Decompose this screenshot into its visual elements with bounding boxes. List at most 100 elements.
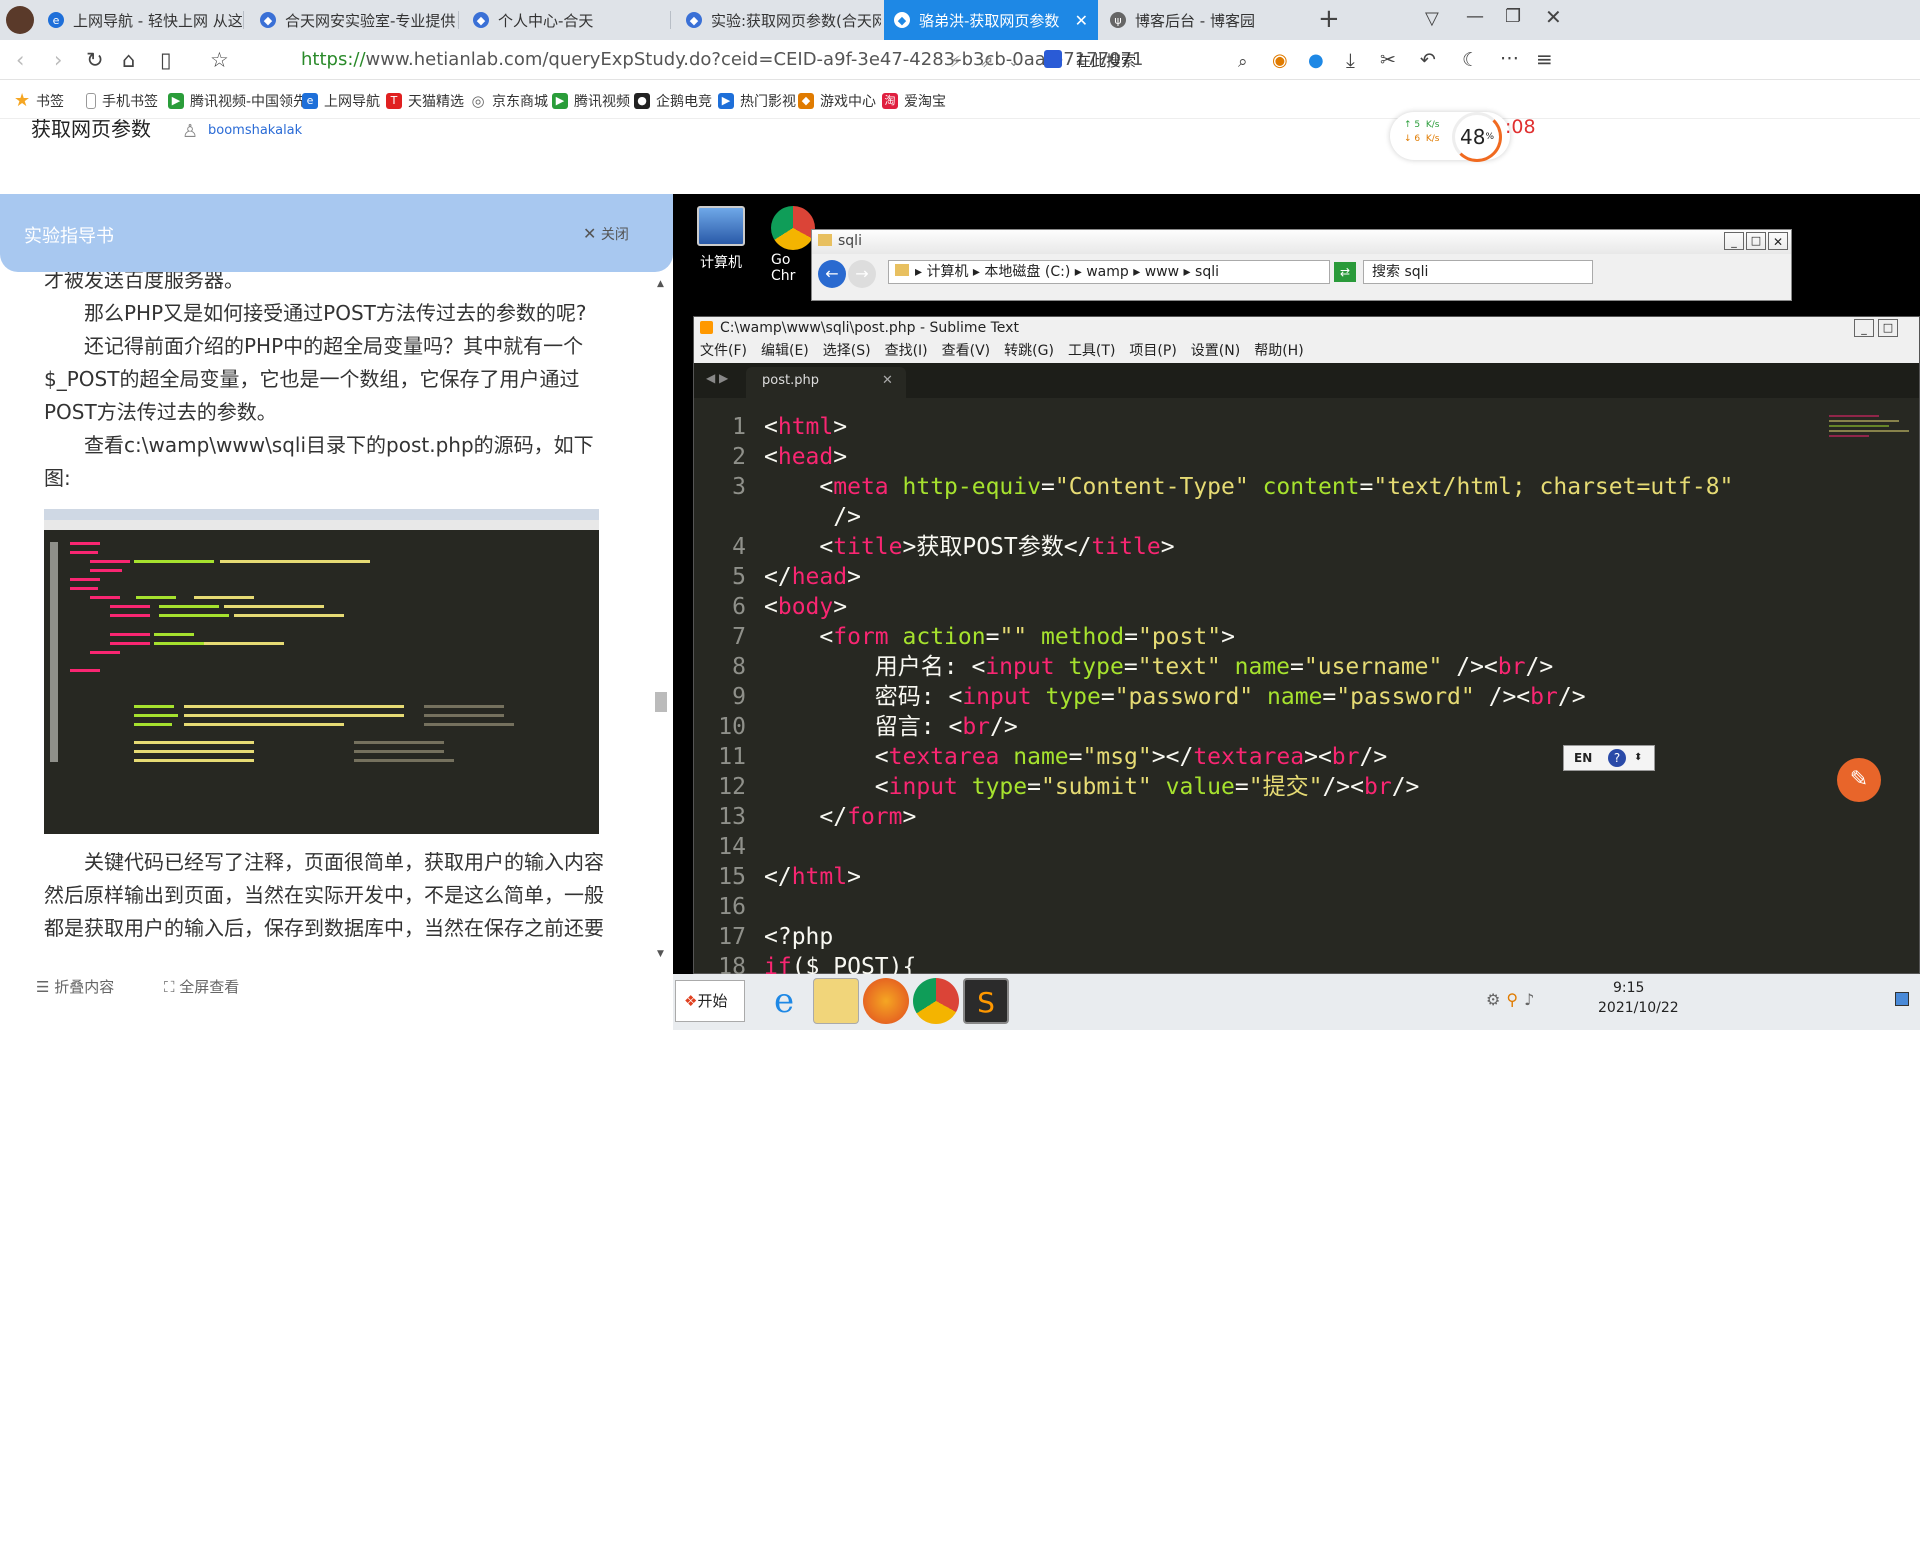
tab-0[interactable]: e 上网导航 - 轻快上网 从这里开 [38,0,243,40]
explorer-taskbar-icon[interactable] [813,978,859,1024]
menu-selection[interactable]: 选择(S) [823,343,871,359]
profile-avatar[interactable] [6,6,34,34]
show-desktop-icon[interactable] [1895,992,1909,1006]
ime-bar[interactable]: EN ? ⬍ [1563,745,1655,771]
undo-icon[interactable]: ↶ [1420,47,1436,73]
menu-goto[interactable]: 转跳(G) [1004,343,1054,359]
maximize-icon[interactable]: □ [1746,232,1766,250]
sublime-taskbar-icon[interactable]: S [963,978,1009,1024]
breadcrumb[interactable]: ▸ 计算机 ▸ 本地磁盘 (C:) ▸ wamp ▸ www ▸ sqli [888,260,1330,284]
start-button[interactable]: ❖开始 [675,980,745,1022]
shirt-icon[interactable]: ▽ [1425,8,1439,29]
bookmark-2[interactable]: ▶ 腾讯视频-中国领先 [168,91,307,111]
search-box[interactable]: 在此搜索 [1076,50,1136,71]
scroll-thumb[interactable] [655,692,667,712]
chrome-taskbar-icon[interactable] [913,978,959,1024]
menu-find[interactable]: 查找(I) [885,343,928,359]
chevron-down-icon[interactable]: ⌄ [1008,49,1020,75]
forward-icon[interactable]: › [54,47,62,73]
gamepad-icon[interactable]: ◉ [1272,48,1288,74]
search-engine-icon[interactable] [1044,50,1062,68]
new-tab-button[interactable]: + [1318,4,1340,34]
forward-icon[interactable]: → [848,260,876,288]
menu-edit[interactable]: 编辑(E) [761,343,809,359]
restore-icon[interactable]: ❐ [1505,6,1521,27]
desktop-icon-chrome[interactable]: Go Chr [771,206,815,284]
fullscreen-button[interactable]: ⛶ 全屏查看 [164,976,239,997]
network-widget[interactable]: ↑ 5 K/s ↓ 6 K/s 48% [1390,112,1510,162]
close-window-icon[interactable]: ✕ [1545,5,1562,29]
back-icon[interactable]: ← [818,260,846,288]
menu-preferences[interactable]: 设置(N) [1191,343,1240,359]
back-icon[interactable]: ‹ [16,47,24,73]
bookmark-10[interactable]: 淘爱淘宝 [882,91,946,111]
reload-icon[interactable]: ↻ [86,47,104,73]
help-icon[interactable]: ? [1608,749,1626,767]
username[interactable]: boomshakalak [208,123,302,138]
tab-nav-icon[interactable]: ◀ ▶ [706,371,728,385]
fold-content-button[interactable]: ☰ 折叠内容 [36,976,114,997]
tab-5[interactable]: ψ 博客后台 - 博客园 [1100,0,1300,40]
favorite-star-icon[interactable]: ☆ [210,47,229,73]
bookmark-5[interactable]: ◎ 京东商城 [470,91,548,111]
night-mode-icon[interactable]: ☾ [1462,47,1479,73]
minimap[interactable] [1829,412,1917,472]
ime-options-icon[interactable]: ⬍ [1634,746,1642,770]
menu-icon[interactable]: ≡ [1536,46,1553,72]
remote-desktop[interactable]: 计算机 Go Chr sqli _ □ ✕ ← → ▸ 计算机 ▸ 本地磁盘 (… [673,194,1920,1030]
menu-help[interactable]: 帮助(H) [1254,343,1303,359]
minimize-icon[interactable]: — [1466,6,1484,27]
scroll-down-icon[interactable]: ▼ [652,949,669,959]
close-tab-icon[interactable]: ✕ [1075,11,1088,30]
bookmark-4[interactable]: T 天猫精选 [386,91,464,111]
bookmark-9[interactable]: ◆ 游戏中心 [798,91,876,111]
menu-view[interactable]: 查看(V) [942,343,991,359]
desktop-icon-computer[interactable]: 计算机 [691,206,751,272]
code-line: </html> [764,864,861,890]
scroll-up-icon[interactable]: ▲ [652,279,669,289]
file-tab[interactable]: post.php ✕ [746,367,906,398]
close-tab-icon[interactable]: ✕ [882,373,893,388]
blog-icon: ψ [1110,12,1126,28]
clock-date[interactable]: 2021/10/22 [1598,1000,1679,1016]
tab-1[interactable]: ◆ 合天网安实验室-专业提供网络 [250,0,455,40]
cut-icon[interactable]: ✂ [1380,47,1396,73]
bookmark-1[interactable]: 手机书签 [86,91,158,111]
explorer-window[interactable]: sqli _ □ ✕ ← → ▸ 计算机 ▸ 本地磁盘 (C:) ▸ wamp … [811,229,1792,301]
menu-tools[interactable]: 工具(T) [1068,343,1115,359]
minimize-icon[interactable]: _ [1724,232,1744,250]
refresh-icon[interactable]: ⇄ [1334,262,1356,282]
clock-time[interactable]: 9:15 [1613,980,1644,996]
firefox-taskbar-icon[interactable] [863,978,909,1024]
sublime-window[interactable]: C:\wamp\www\sqli\post.php - Sublime Text… [693,316,1920,980]
bookmark-3[interactable]: e 上网导航 [302,91,380,111]
search-icon[interactable]: ⌕ [1238,49,1248,75]
bookmark-7[interactable]: ● 企鹅电竞 [634,91,712,111]
tray-icons[interactable]: ⚙⚲♪ [1486,990,1540,1009]
download-icon[interactable]: ⤓ [1346,47,1355,73]
extension-icon[interactable]: ● [1308,48,1324,74]
tab-2[interactable]: ◆ 个人中心-合天 [463,0,668,40]
bookmark-8[interactable]: ▶ 热门影视 [718,91,796,111]
minimize-icon[interactable]: _ [1854,319,1874,337]
lightning-icon[interactable]: ⚡ [950,49,961,75]
menu-project[interactable]: 项目(P) [1129,343,1176,359]
maximize-icon[interactable]: □ [1878,319,1898,337]
close-icon[interactable]: ✕ [1768,232,1788,250]
close-guide-button[interactable]: ✕ 关闭 [583,224,629,244]
explorer-search[interactable]: 搜索 sqli [1363,260,1593,284]
tools-fab[interactable]: ✎ [1837,758,1881,802]
more-icon[interactable]: ⋯ [1500,45,1519,71]
menu-file[interactable]: 文件(F) [700,343,747,359]
bookmark-6[interactable]: ▶ 腾讯视频 [552,91,630,111]
share-icon[interactable]: ⇗ [980,49,993,75]
tab-3[interactable]: ◆ 实验:获取网页参数(合天网安实 [676,0,881,40]
ime-language[interactable]: EN [1574,746,1592,770]
home-icon[interactable]: ⌂ [122,47,135,73]
article-scrollbar[interactable]: ▲ ▼ [652,279,669,959]
tab-4-active[interactable]: ◆ 骆弟洪-获取网页参数 ✕ [884,0,1098,40]
ie-taskbar-icon[interactable]: e [761,978,807,1024]
reader-icon[interactable]: ▯ [160,47,172,73]
bookmark-0[interactable]: ★ 书签 [14,91,64,111]
shield-icon: ◆ [686,12,702,28]
